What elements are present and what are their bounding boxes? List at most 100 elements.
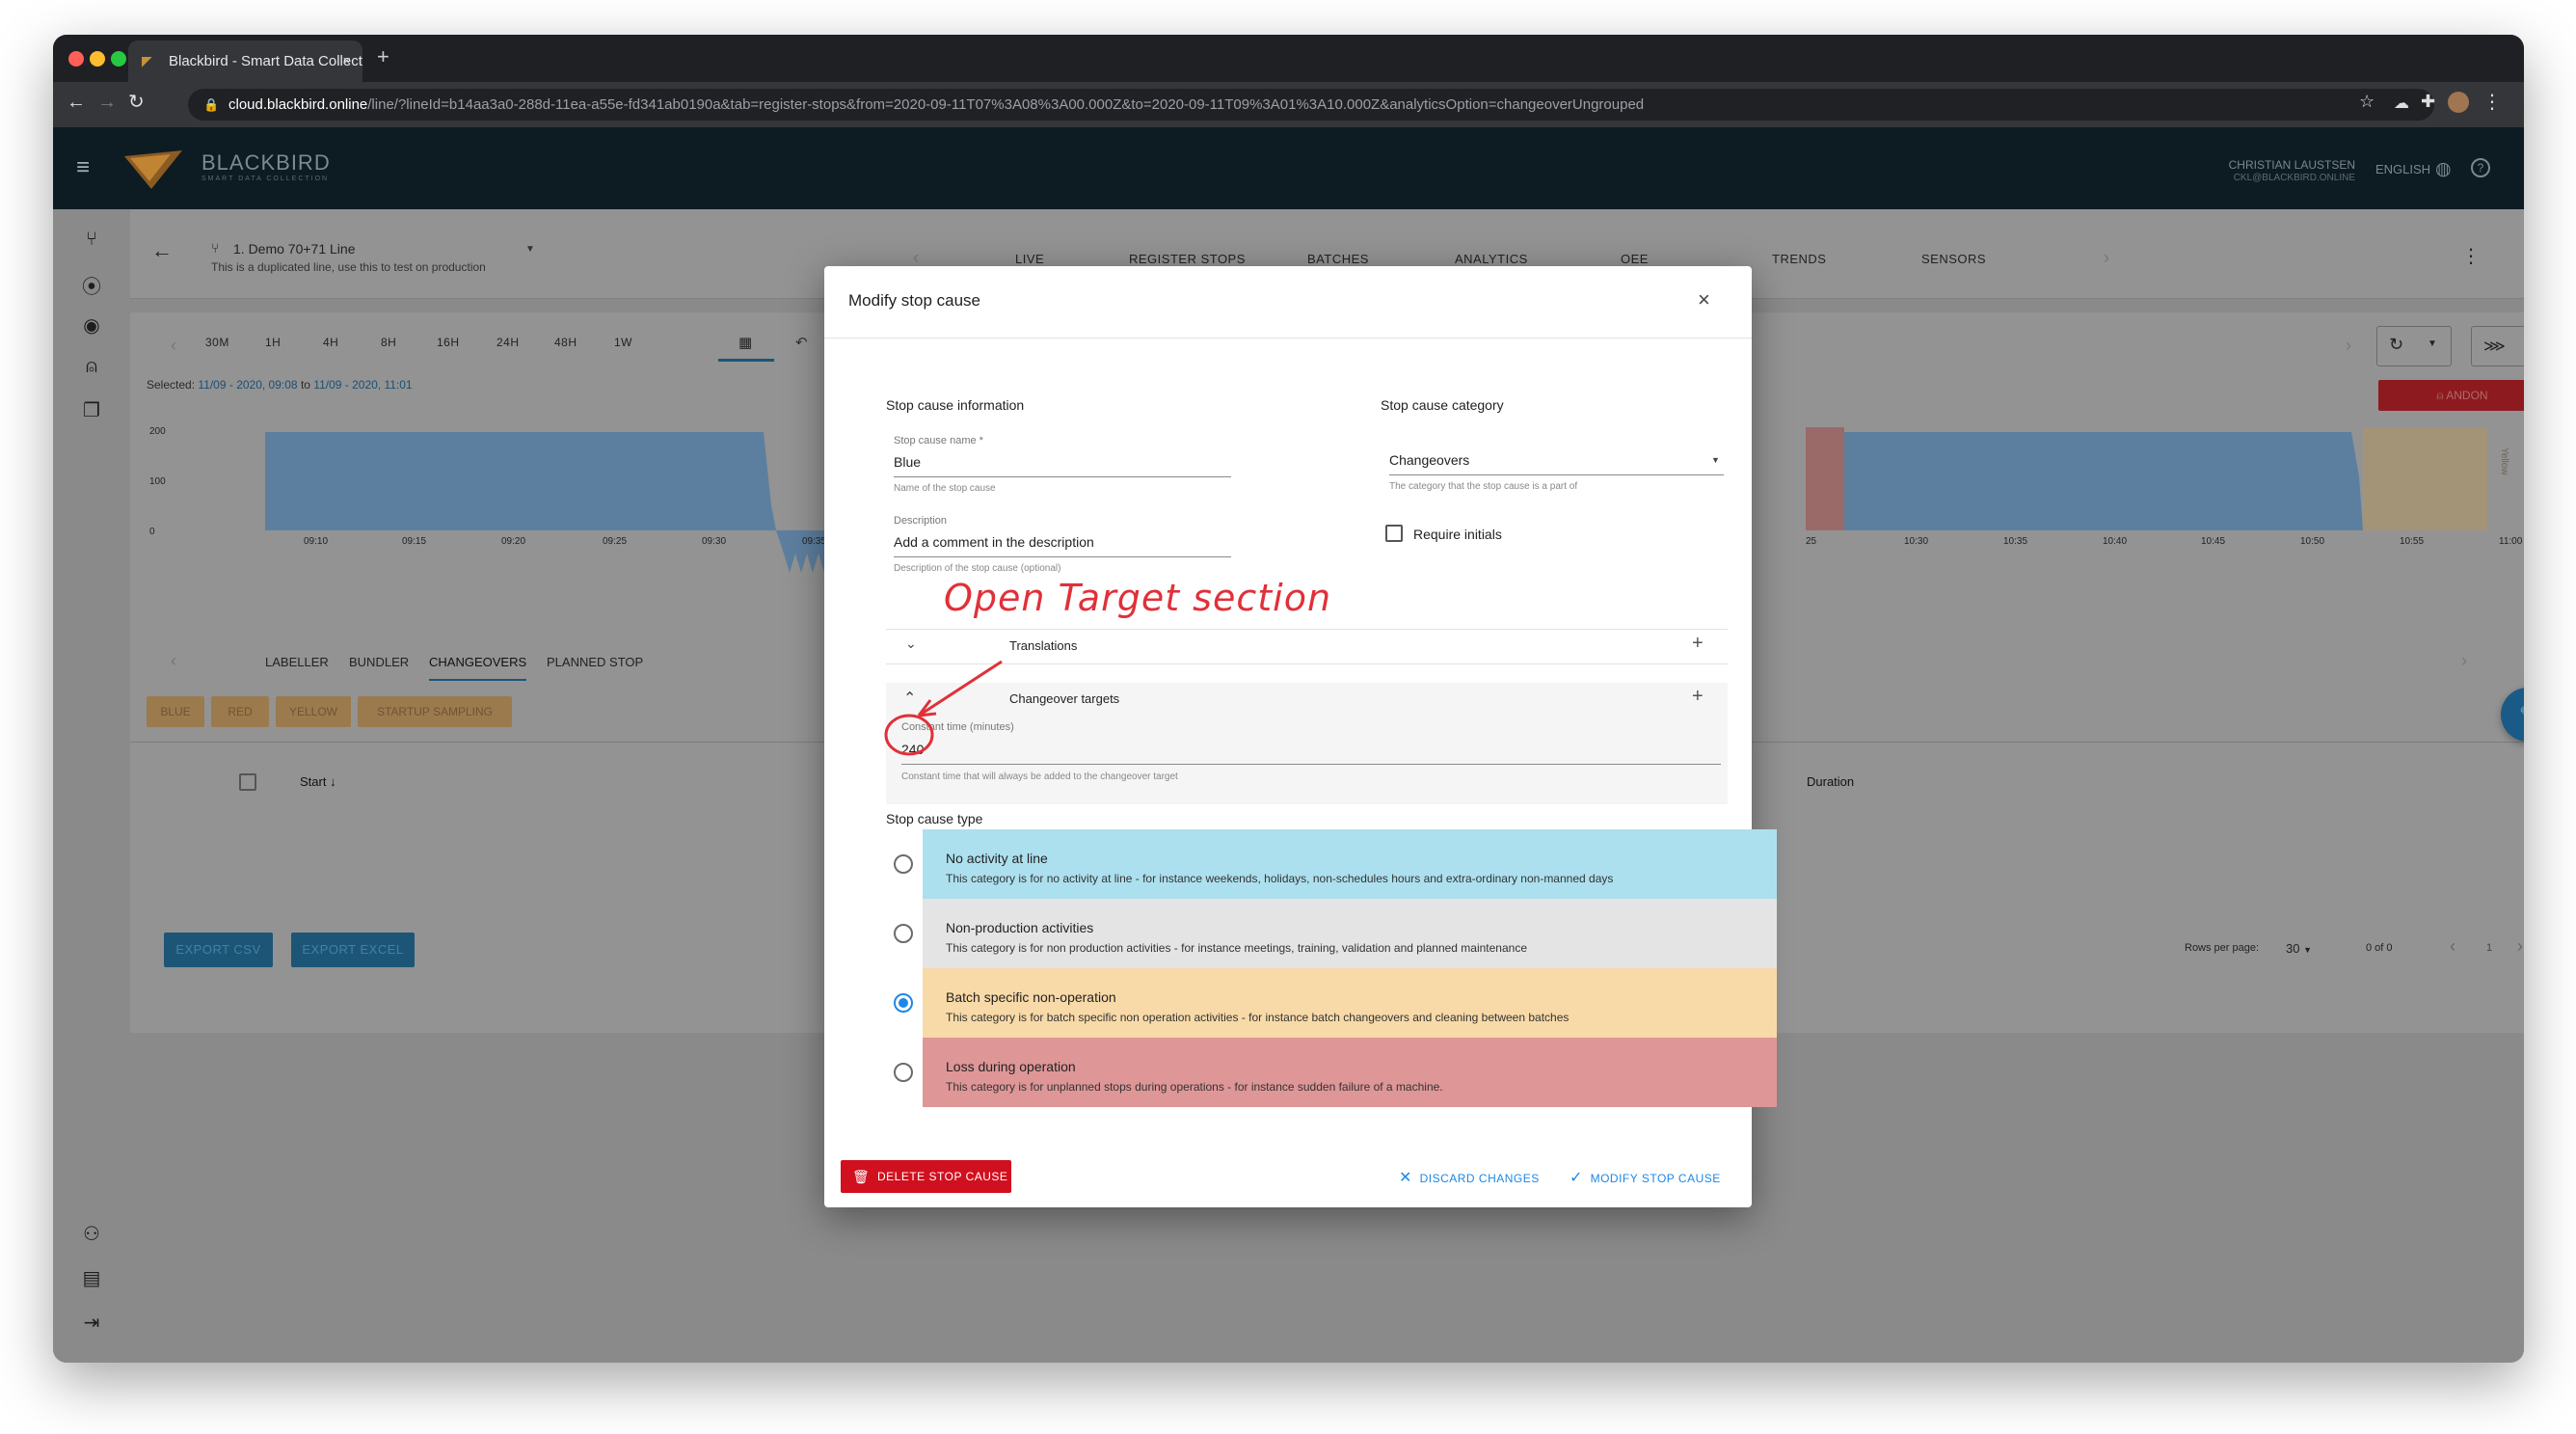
back-arrow-icon[interactable]: ←	[67, 92, 86, 114]
user-email: CKL@BLACKBIRD.ONLINE	[2233, 173, 2355, 183]
line-flow-icon[interactable]: ⑂	[80, 229, 103, 252]
rows-per-page-select[interactable]: 30 ▼	[2286, 941, 2312, 956]
modify-stop-cause-button[interactable]: ✓ MODIFY STOP CAUSE	[1570, 1168, 1721, 1187]
address-bar[interactable]: 🔒 cloud.blackbird.online/line/?lineId=b1…	[188, 89, 2434, 121]
arrow-down-icon: ↓	[330, 774, 336, 789]
filter-icon: ⋙	[2483, 338, 2506, 355]
range-button-1h[interactable]: 1H	[265, 336, 281, 349]
tabs-left-chevron-icon[interactable]: ‹	[913, 248, 919, 268]
line-title[interactable]: 1. Demo 70+71 Line	[233, 241, 355, 257]
tab-trends[interactable]: TRENDS	[1772, 252, 1826, 266]
bookmark-star-icon[interactable]: ☆	[2359, 92, 2375, 112]
tab-planned-stop[interactable]: PLANNED STOP	[547, 655, 643, 669]
close-icon[interactable]: ×	[1698, 287, 1710, 312]
range-button-4h[interactable]: 4H	[323, 336, 338, 349]
browser-menu-icon[interactable]: ⋮	[2482, 90, 2502, 114]
more-options-icon[interactable]: ⋮	[2461, 244, 2481, 268]
chart-right-chevron-icon[interactable]: ›	[2346, 336, 2351, 356]
hamburger-menu-icon[interactable]: ≡	[76, 154, 90, 181]
back-arrow-icon[interactable]: ←	[151, 238, 173, 263]
sensor-signal-icon[interactable]: ⦿	[80, 271, 103, 298]
prev-page-icon[interactable]: ‹	[2450, 936, 2455, 957]
range-button-24h[interactable]: 24H	[496, 336, 520, 349]
andon-label: ANDON	[2446, 389, 2488, 402]
profile-avatar[interactable]	[2448, 92, 2469, 113]
tab-analytics[interactable]: ANALYTICS	[1455, 252, 1528, 266]
chevron-down-icon[interactable]: ▼	[1711, 455, 1720, 465]
range-button-16h[interactable]: 16H	[437, 336, 460, 349]
new-tab-button[interactable]: +	[377, 44, 389, 69]
add-target-icon[interactable]: +	[1692, 686, 1704, 708]
help-icon[interactable]: ?	[2471, 158, 2490, 177]
stop-cause-type-option[interactable]: Batch specific non-operation This categor…	[923, 968, 1777, 1038]
selected-from[interactable]: 11/09 - 2020, 09:08	[198, 378, 297, 392]
stop-cause-type-radio[interactable]	[894, 924, 913, 943]
tab-bundler[interactable]: BUNDLER	[349, 655, 409, 669]
tab-oee[interactable]: OEE	[1621, 252, 1649, 266]
selected-to[interactable]: 11/09 - 2020, 11:01	[313, 378, 412, 392]
tab-labeller[interactable]: LABELLER	[265, 655, 329, 669]
range-button-48h[interactable]: 48H	[554, 336, 577, 349]
stop-cause-type-radio[interactable]	[894, 854, 913, 874]
calendar-icon[interactable]: ▦	[738, 334, 752, 351]
language-selector[interactable]: ENGLISH	[2375, 162, 2430, 176]
stop-cause-type-option[interactable]: Loss during operation This category is fo…	[923, 1038, 1777, 1107]
chip-startup-sampling[interactable]: STARTUP SAMPLING	[358, 696, 512, 727]
maximize-window-icon[interactable]	[111, 51, 126, 67]
stop-cause-type-option[interactable]: Non-production activities This category i…	[923, 899, 1777, 968]
tabs-right-chevron-icon[interactable]: ›	[2104, 248, 2109, 268]
stop-tabs-left-chevron-icon[interactable]: ‹	[171, 651, 176, 671]
minimize-window-icon[interactable]	[90, 51, 105, 67]
column-start[interactable]: Start ↓	[300, 774, 336, 789]
close-window-icon[interactable]	[68, 51, 84, 67]
refresh-button[interactable]: ↻ ▼	[2376, 326, 2452, 366]
refresh-icon: ↻	[2389, 335, 2404, 354]
user-name[interactable]: CHRISTIAN LAUSTSEN	[2229, 158, 2355, 172]
extensions-icon[interactable]: ✚	[2421, 92, 2435, 112]
require-initials-checkbox[interactable]	[1385, 525, 1403, 542]
filter-button[interactable]: ⋙ ▼	[2471, 326, 2524, 366]
name-field[interactable]: Blue	[894, 454, 921, 470]
globe-icon[interactable]: ◍	[2435, 158, 2452, 180]
logout-icon[interactable]: ⇥	[80, 1311, 103, 1334]
category-help: The category that the stop cause is a pa…	[1389, 481, 1578, 492]
range-button-30m[interactable]: 30M	[205, 336, 229, 349]
dashboard-icon[interactable]: ◉	[80, 313, 103, 337]
chip-red[interactable]: RED	[211, 696, 269, 727]
export-csv-button[interactable]: EXPORT CSV	[164, 933, 273, 967]
browser-tab[interactable]: ◤ Blackbird - Smart Data Collect ×	[128, 41, 362, 82]
stop-cause-type-radio[interactable]	[894, 993, 913, 1013]
close-tab-icon[interactable]: ×	[342, 41, 351, 82]
stop-cause-type-option[interactable]: No activity at line This category is for …	[923, 829, 1777, 899]
next-page-icon[interactable]: ›	[2517, 936, 2523, 957]
forward-arrow-icon[interactable]: →	[97, 92, 117, 114]
add-translation-icon[interactable]: +	[1692, 633, 1704, 655]
category-select[interactable]: Changeovers	[1389, 452, 1469, 468]
users-icon[interactable]: ⚇	[80, 1222, 103, 1245]
andon-alarm-icon[interactable]: ⍝	[80, 356, 103, 379]
reload-icon[interactable]: ↻	[128, 90, 145, 114]
chevron-down-icon[interactable]: ▼	[525, 244, 535, 255]
chip-blue[interactable]: BLUE	[147, 696, 204, 727]
time-left-chevron-icon[interactable]: ‹	[171, 336, 176, 356]
tab-sensors[interactable]: SENSORS	[1921, 252, 1986, 266]
select-all-checkbox[interactable]	[239, 773, 256, 791]
andon-button[interactable]: ⍝ ANDON	[2378, 380, 2524, 411]
stop-cause-type-radio[interactable]	[894, 1063, 913, 1082]
tab-changeovers[interactable]: CHANGEOVERS	[429, 655, 527, 681]
documents-icon[interactable]: ❐	[80, 398, 103, 421]
export-excel-button[interactable]: EXPORT EXCEL	[291, 933, 415, 967]
tab-live[interactable]: LIVE	[1015, 252, 1044, 266]
range-button-1w[interactable]: 1W	[614, 336, 632, 349]
cloud-extension-icon[interactable]: ☁	[2394, 94, 2409, 113]
feedback-icon[interactable]: ▤	[80, 1266, 103, 1289]
column-duration[interactable]: Duration	[1807, 774, 1854, 789]
chip-yellow[interactable]: YELLOW	[276, 696, 351, 727]
tab-batches[interactable]: BATCHES	[1307, 252, 1369, 266]
undo-icon[interactable]: ↶	[795, 334, 808, 351]
description-field[interactable]: Add a comment in the description	[894, 534, 1094, 550]
range-button-8h[interactable]: 8H	[381, 336, 396, 349]
discard-changes-button[interactable]: ✕ DISCARD CHANGES	[1399, 1168, 1540, 1187]
delete-stop-cause-button[interactable]: 🗑 DELETE STOP CAUSE	[841, 1160, 1011, 1193]
stop-tabs-right-chevron-icon[interactable]: ›	[2461, 651, 2467, 671]
